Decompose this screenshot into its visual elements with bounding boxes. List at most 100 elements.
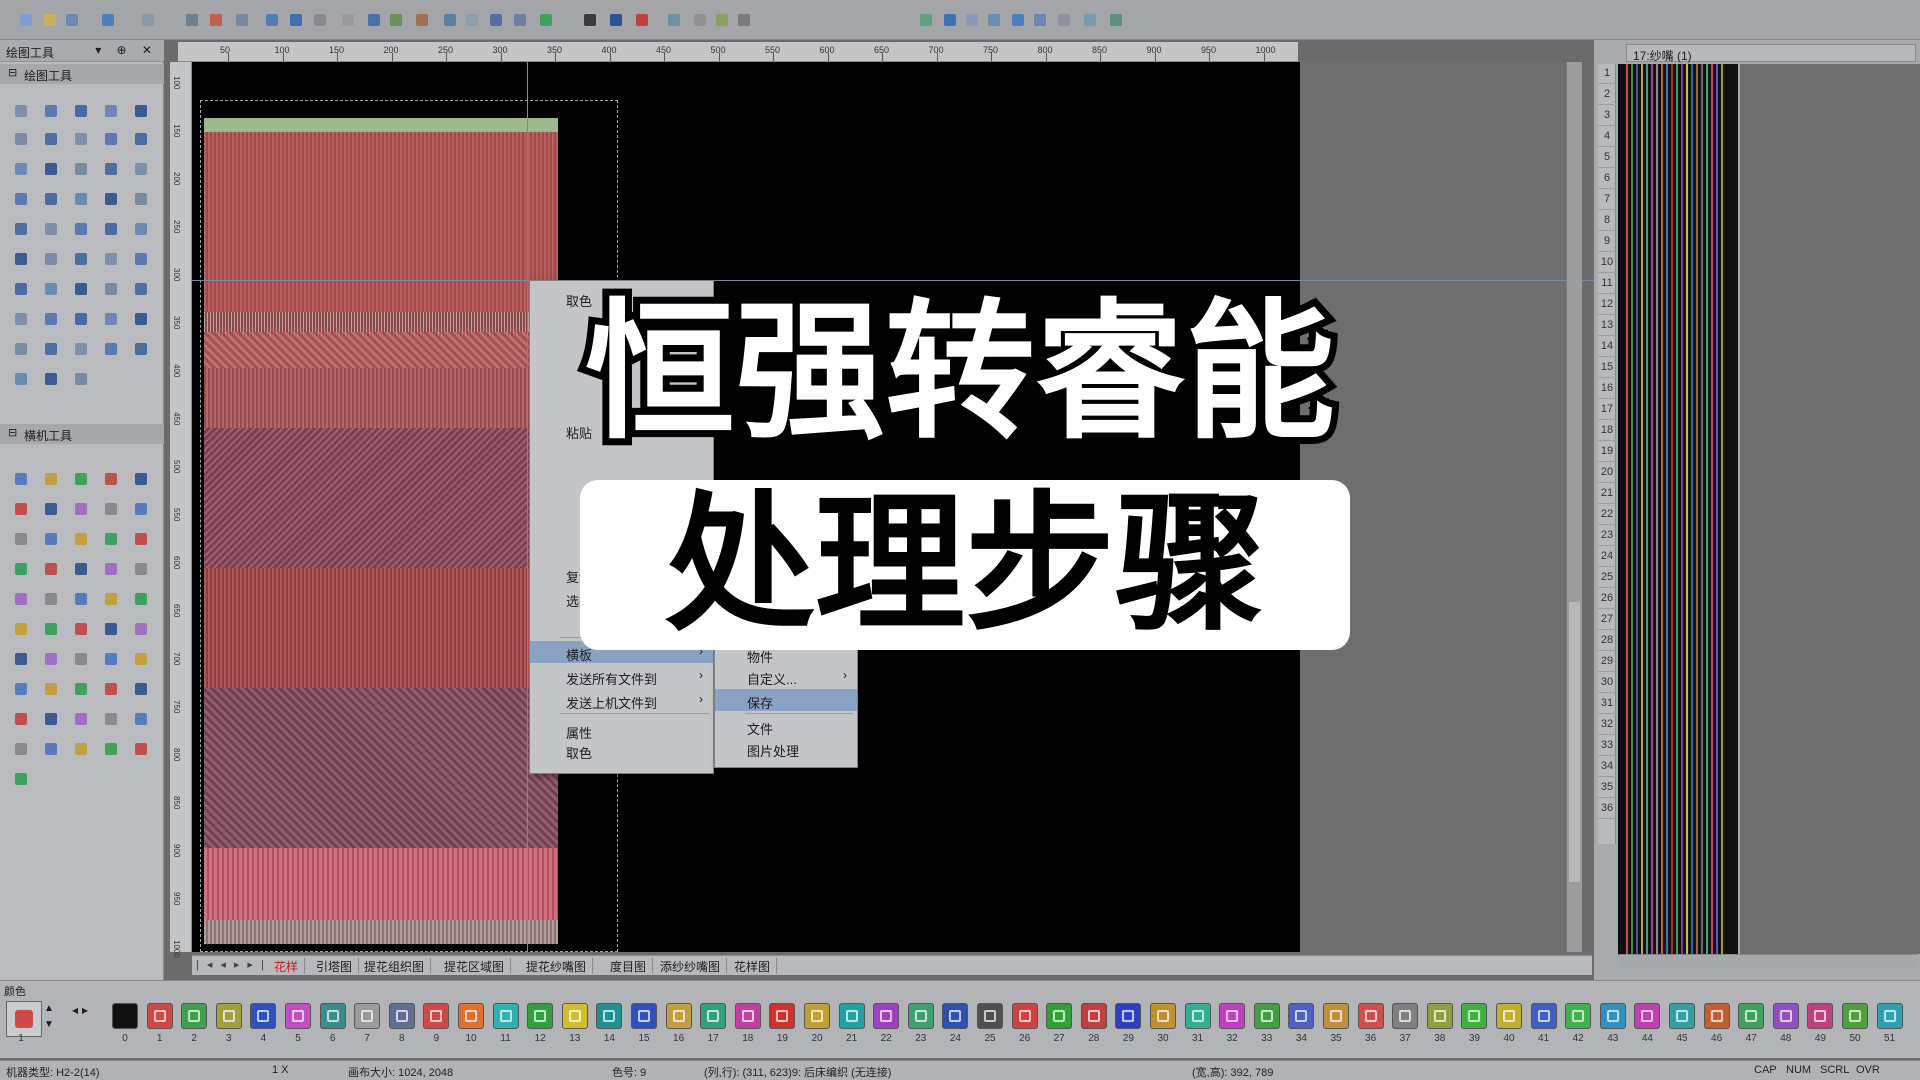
toolbar-button[interactable]: [206, 10, 226, 30]
color-swatch[interactable]: [1253, 1003, 1280, 1029]
panel-title-buttons[interactable]: ▾ ⊕ ✕: [95, 43, 158, 57]
drawing-tool-button[interactable]: [130, 338, 152, 360]
color-swatch[interactable]: [1011, 1003, 1038, 1029]
toolbar-button[interactable]: [712, 10, 732, 30]
machine-tool-button[interactable]: [130, 588, 152, 610]
machine-tool-button[interactable]: [40, 528, 62, 550]
drawing-tool-button[interactable]: [130, 278, 152, 300]
color-swatch[interactable]: [873, 1003, 900, 1029]
color-swatch[interactable]: [838, 1003, 865, 1029]
machine-tool-button[interactable]: [70, 678, 92, 700]
selected-color-swatch[interactable]: [6, 1001, 42, 1037]
color-swatch[interactable]: [1184, 1003, 1211, 1029]
submenu-item[interactable]: 文件: [715, 715, 857, 737]
machine-tool-button[interactable]: [40, 648, 62, 670]
drawing-tool-button[interactable]: [70, 368, 92, 390]
color-swatch[interactable]: [1323, 1003, 1349, 1029]
machine-tool-button[interactable]: [70, 618, 92, 640]
toolbar-button[interactable]: [386, 10, 406, 30]
machine-tool-button[interactable]: [100, 558, 122, 580]
machine-tool-button[interactable]: [70, 738, 92, 760]
machine-tool-button[interactable]: [10, 768, 32, 790]
submenu-item[interactable]: 自定义... ›: [715, 665, 857, 687]
machine-tool-button[interactable]: [40, 708, 62, 730]
toolbar-button[interactable]: [1030, 10, 1050, 30]
toolbar-button[interactable]: [690, 10, 710, 30]
context-menu-item[interactable]: 复制: [530, 563, 713, 585]
drawing-tool-button[interactable]: [10, 278, 32, 300]
color-swatch[interactable]: [1738, 1003, 1765, 1029]
machine-tool-button[interactable]: [100, 528, 122, 550]
scrollbar-thumb[interactable]: [1569, 602, 1580, 882]
toolbar-button[interactable]: [98, 10, 118, 30]
toolbar-button[interactable]: [962, 10, 982, 30]
color-swatch[interactable]: [1461, 1003, 1488, 1029]
drawing-tool-button[interactable]: [130, 218, 152, 240]
machine-tool-button[interactable]: [130, 528, 152, 550]
canvas-vertical-scrollbar[interactable]: [1566, 62, 1582, 952]
drawing-tool-button[interactable]: [10, 368, 32, 390]
drawing-tool-button[interactable]: [10, 248, 32, 270]
toolbar-button[interactable]: [734, 10, 754, 30]
machine-tool-button[interactable]: [70, 468, 92, 490]
color-swatch[interactable]: [1046, 1003, 1073, 1029]
drawing-tool-button[interactable]: [10, 128, 32, 150]
color-swatch[interactable]: [769, 1003, 796, 1029]
drawing-tool-button[interactable]: [40, 308, 62, 330]
color-swatch[interactable]: [942, 1003, 969, 1029]
machine-tool-button[interactable]: [40, 618, 62, 640]
toolbar-button[interactable]: [182, 10, 202, 30]
color-swatch[interactable]: [1876, 1003, 1903, 1029]
color-swatch[interactable]: [1842, 1003, 1868, 1029]
toolbar-button[interactable]: [440, 10, 460, 30]
toolbar-button[interactable]: [486, 10, 506, 30]
machine-tool-button[interactable]: [100, 678, 122, 700]
drawing-tool-button[interactable]: [40, 278, 62, 300]
machine-tool-button[interactable]: [100, 618, 122, 640]
color-swatch[interactable]: [527, 1003, 554, 1029]
drawing-tool-button[interactable]: [10, 100, 32, 122]
drawing-tool-button[interactable]: [40, 100, 62, 122]
view-tab[interactable]: 提花纱嘴图: [520, 958, 594, 974]
color-swatch[interactable]: [665, 1003, 692, 1029]
color-swatch[interactable]: [1634, 1003, 1661, 1029]
machine-tool-button[interactable]: [40, 468, 62, 490]
drawing-tool-button[interactable]: [100, 158, 122, 180]
machine-tool-button[interactable]: [10, 618, 32, 640]
color-swatch[interactable]: [285, 1003, 311, 1029]
color-swatch[interactable]: [1807, 1003, 1834, 1029]
machine-tool-button[interactable]: [130, 618, 152, 640]
yarn-panel-horizontal-scrollbar[interactable]: [1618, 954, 1918, 970]
yarn-carrier-selector[interactable]: 17:纱嘴 (1): [1626, 44, 1916, 63]
drawing-tool-button[interactable]: [70, 278, 92, 300]
drawing-tool-button[interactable]: [40, 188, 62, 210]
submenu-item[interactable]: 物件: [715, 643, 857, 665]
color-swatch[interactable]: [1772, 1003, 1799, 1029]
toolbar-button[interactable]: [462, 10, 482, 30]
drawing-tool-button[interactable]: [100, 128, 122, 150]
toolbar-button[interactable]: [338, 10, 358, 30]
toolbar-button[interactable]: [412, 10, 432, 30]
machine-tool-button[interactable]: [10, 528, 32, 550]
drawing-tool-button[interactable]: [10, 338, 32, 360]
color-swatch[interactable]: [631, 1003, 657, 1029]
toolbar-button[interactable]: [364, 10, 384, 30]
color-swatch[interactable]: [1150, 1003, 1176, 1029]
drawing-tool-button[interactable]: [100, 218, 122, 240]
context-menu-item[interactable]: 属性: [530, 719, 713, 741]
toolbar-button[interactable]: [510, 10, 530, 30]
machine-tool-button[interactable]: [70, 708, 92, 730]
toolbar-button[interactable]: [1080, 10, 1100, 30]
color-swatch[interactable]: [112, 1003, 138, 1029]
drawing-tool-button[interactable]: [40, 338, 62, 360]
view-tab[interactable]: 提花组织图: [358, 958, 432, 974]
machine-tool-button[interactable]: [70, 498, 92, 520]
drawing-tool-button[interactable]: [130, 188, 152, 210]
group-header-drawing[interactable]: 绘图工具: [0, 64, 164, 84]
machine-tool-button[interactable]: [100, 708, 122, 730]
color-swatch[interactable]: [1599, 1003, 1626, 1029]
drawing-tool-button[interactable]: [70, 338, 92, 360]
toolbar-button[interactable]: [580, 10, 600, 30]
machine-tool-button[interactable]: [130, 648, 152, 670]
color-swatch[interactable]: [492, 1003, 519, 1029]
